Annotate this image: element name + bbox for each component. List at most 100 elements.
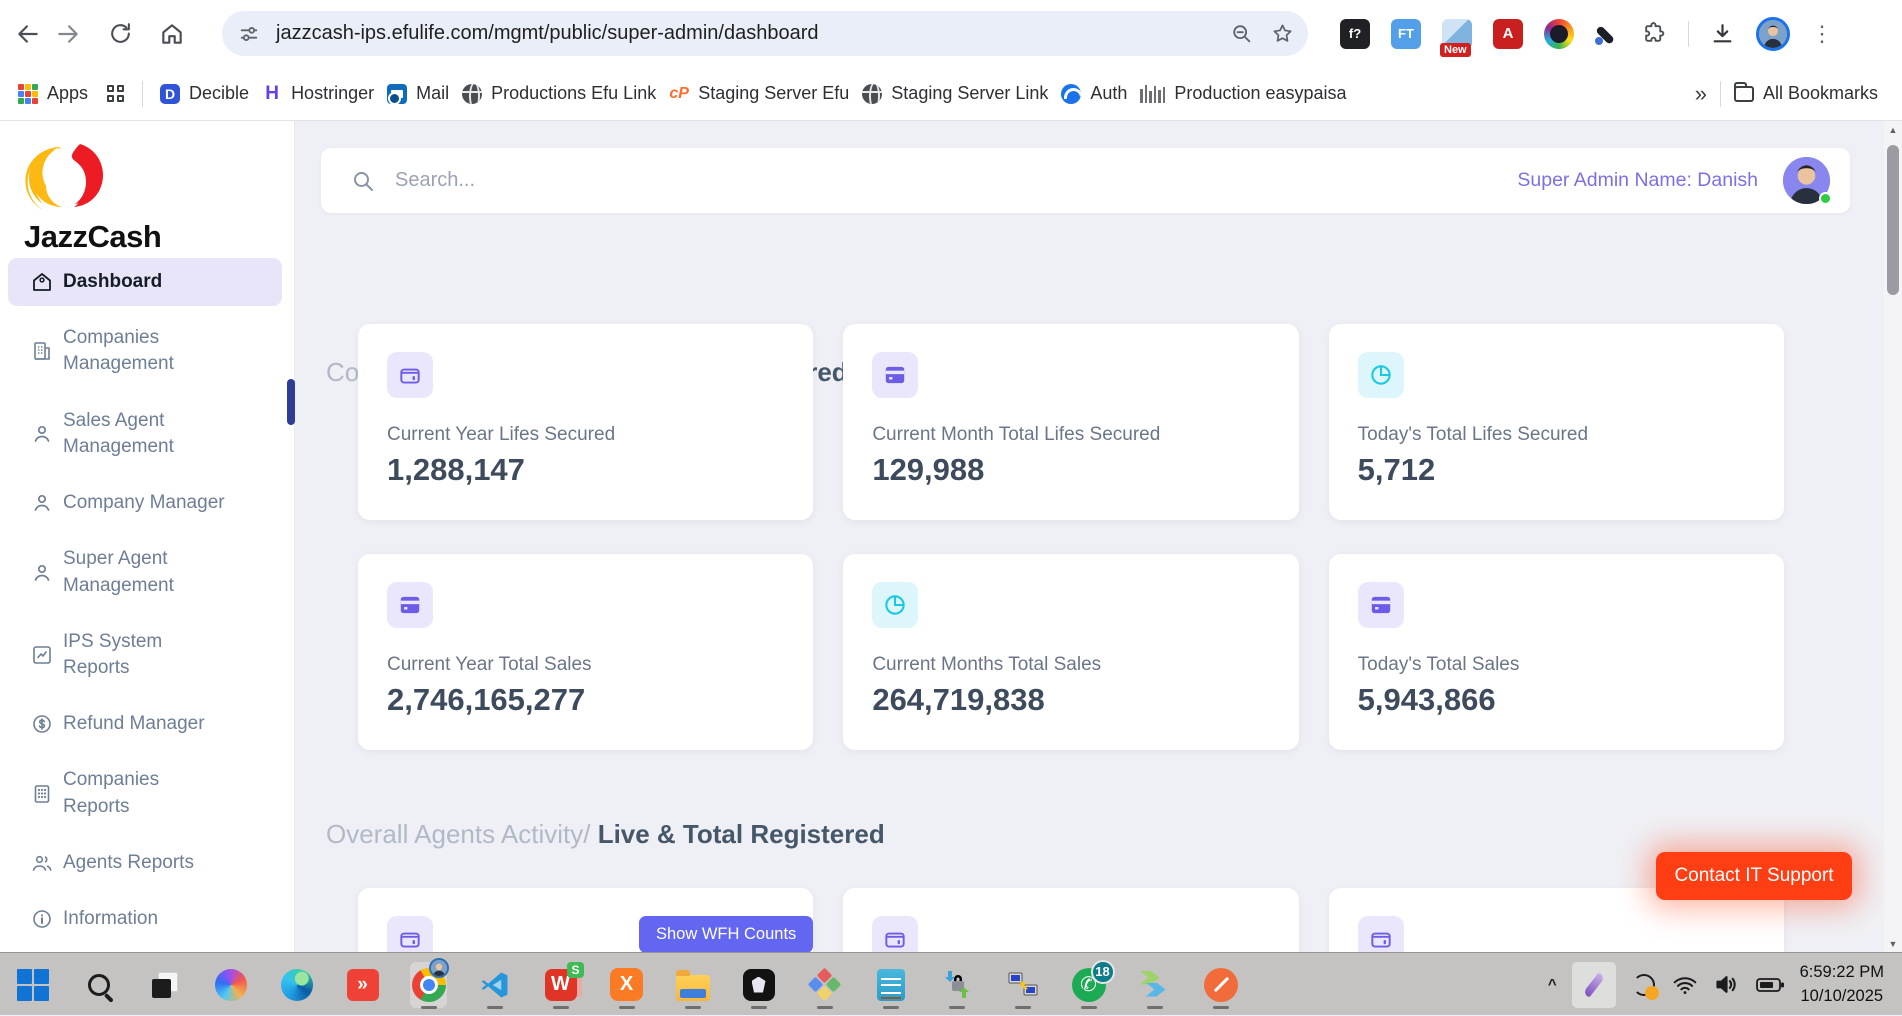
edge-icon[interactable] (278, 959, 315, 1011)
sidebar-item-companies-reports[interactable]: Companies Reports (8, 756, 282, 830)
bookmarks-divider (1720, 81, 1721, 107)
stat-card-grid-row3: Show WFH Counts (358, 888, 1784, 952)
search-input[interactable] (395, 169, 815, 192)
anydesk-icon[interactable]: » (344, 959, 381, 1011)
stat-card: Today's Total Lifes Secured 5,712 (1329, 324, 1784, 520)
taskbar-search-button[interactable] (80, 959, 117, 1011)
acrobat-extension-icon[interactable]: A (1493, 19, 1523, 49)
bookmark-staging-server-efu[interactable]: cP Staging Server Efu (669, 83, 849, 104)
bookmark-mail[interactable]: Mail (387, 83, 449, 104)
bookmark-staging-server-link[interactable]: Staging Server Link (862, 83, 1048, 104)
scroll-down-icon[interactable]: ▼ (1884, 935, 1902, 952)
downloads-icon[interactable] (1710, 21, 1735, 46)
copilot-icon[interactable] (212, 959, 249, 1011)
remote-desktop-icon[interactable] (1004, 959, 1041, 1011)
battery-icon[interactable] (1755, 972, 1785, 998)
stat-card-value: 129,988 (872, 452, 984, 488)
tray-time: 6:59:22 PM (1800, 961, 1884, 985)
address-bar[interactable]: jazzcash-ips.efulife.com/mgmt/public/sup… (222, 11, 1308, 56)
building-icon (30, 339, 54, 363)
sidebar-item-dashboard[interactable]: Dashboard (8, 258, 282, 306)
contact-it-support-button[interactable]: Contact IT Support (1656, 852, 1852, 900)
winscp-icon[interactable] (938, 959, 975, 1011)
auth-favicon (1061, 84, 1081, 104)
search-icon (351, 169, 375, 193)
home-icon[interactable] (152, 14, 192, 54)
reading-list-grid-icon[interactable] (107, 85, 125, 103)
extension-ft-icon[interactable]: FT (1391, 19, 1421, 49)
pie-chart-icon (1358, 352, 1404, 398)
bookmark-productions-efu-link[interactable]: Productions Efu Link (462, 83, 656, 104)
sidebar-item-sales-agent-management[interactable]: Sales Agent Management (8, 397, 282, 471)
extension-f-icon[interactable]: f? (1340, 19, 1370, 49)
forward-icon[interactable] (48, 14, 88, 54)
chevron-app-icon[interactable] (1136, 959, 1173, 1011)
sidebar-item-super-agent-management[interactable]: Super Agent Management (8, 535, 282, 609)
profile-avatar[interactable] (1756, 17, 1790, 51)
stat-card: Current Month Total Lifes Secured 129,98… (843, 324, 1298, 520)
sidebar-item-refund-manager[interactable]: Refund Manager (8, 700, 282, 748)
browser-menu-icon[interactable]: ⋮ (1811, 21, 1833, 47)
tray-overflow-icon[interactable]: ^ (1548, 976, 1557, 993)
bookmarks-divider (142, 81, 143, 107)
cube-app-icon[interactable] (740, 959, 777, 1011)
extension-new-icon[interactable]: New (1442, 19, 1472, 49)
postman-icon[interactable] (1202, 959, 1239, 1011)
whatsapp-icon[interactable]: ✆ 18 (1070, 959, 1107, 1011)
task-view-button[interactable] (146, 959, 183, 1011)
active-item-indicator (287, 379, 295, 425)
credit-card-icon (872, 352, 918, 398)
jazzcash-logo-icon (24, 143, 116, 217)
file-explorer-icon[interactable] (674, 959, 711, 1011)
outlook-favicon (387, 84, 407, 104)
bookmark-auth[interactable]: Auth (1061, 83, 1127, 104)
jazzcash-logo[interactable]: JazzCash (24, 143, 161, 255)
reload-icon[interactable] (100, 14, 140, 54)
eyedropper-extension-icon[interactable] (1595, 21, 1621, 47)
xampp-icon[interactable]: X (608, 959, 645, 1011)
all-bookmarks-button[interactable]: All Bookmarks (1734, 83, 1878, 104)
apps-shortcut[interactable]: Apps (18, 83, 88, 104)
globe-favicon (462, 84, 482, 104)
sidebar-menu: Dashboard Companies Management Sales Age… (8, 258, 282, 1008)
bookmarks-overflow-icon[interactable]: » (1695, 81, 1707, 107)
lens-extension-icon[interactable] (1544, 19, 1574, 49)
sidebar-item-company-manager[interactable]: Company Manager (8, 479, 282, 527)
start-button[interactable] (14, 959, 51, 1011)
extensions-puzzle-icon[interactable] (1642, 21, 1667, 46)
back-icon[interactable] (8, 14, 48, 54)
wps-office-icon[interactable]: WS (542, 959, 579, 1011)
dollar-circle-icon (30, 712, 54, 736)
info-icon (30, 907, 54, 931)
bookmark-star-icon[interactable] (1271, 22, 1294, 45)
stat-card (843, 888, 1298, 952)
taskbar-clock[interactable]: 6:59:22 PM 10/10/2025 (1800, 961, 1884, 1009)
notepad-icon[interactable] (872, 959, 909, 1011)
pen-input-icon[interactable] (1572, 962, 1616, 1008)
sidebar-item-companies-management[interactable]: Companies Management (8, 314, 282, 388)
bookmark-production-easypaisa[interactable]: Production easypaisa (1140, 83, 1346, 104)
volume-icon[interactable] (1713, 971, 1740, 998)
scroll-up-icon[interactable]: ▲ (1884, 121, 1902, 138)
sidebar-item-information[interactable]: Information (8, 895, 282, 943)
logo-wordmark: JazzCash (24, 219, 161, 255)
sidebar-item-agents-reports[interactable]: Agents Reports (8, 839, 282, 887)
site-settings-icon[interactable] (238, 23, 260, 45)
scrollbar-thumb[interactable] (1887, 145, 1899, 295)
zoom-page-icon[interactable] (1231, 23, 1253, 45)
stat-card: Today's Total Sales 5,943,866 (1329, 554, 1784, 750)
sidebar-item-ips-system-reports[interactable]: IPS System Reports (8, 618, 282, 692)
stat-card-value: 264,719,838 (872, 682, 1044, 718)
vscode-icon[interactable] (476, 959, 513, 1011)
wifi-icon[interactable] (1672, 972, 1698, 998)
bookmark-hostringer[interactable]: H Hostringer (262, 83, 374, 104)
diamond-app-icon[interactable] (806, 959, 843, 1011)
wallet-icon (387, 352, 433, 398)
stat-card-label: Current Month Total Lifes Secured (872, 424, 1160, 446)
stat-card-value: 5,712 (1358, 452, 1436, 488)
sync-status-icon[interactable] (1631, 972, 1657, 998)
chrome-icon[interactable] (410, 959, 447, 1011)
page-scrollbar[interactable]: ▲ ▼ (1884, 121, 1902, 952)
show-wfh-counts-button[interactable]: Show WFH Counts (639, 916, 813, 952)
bookmark-decible[interactable]: D Decible (160, 83, 249, 104)
